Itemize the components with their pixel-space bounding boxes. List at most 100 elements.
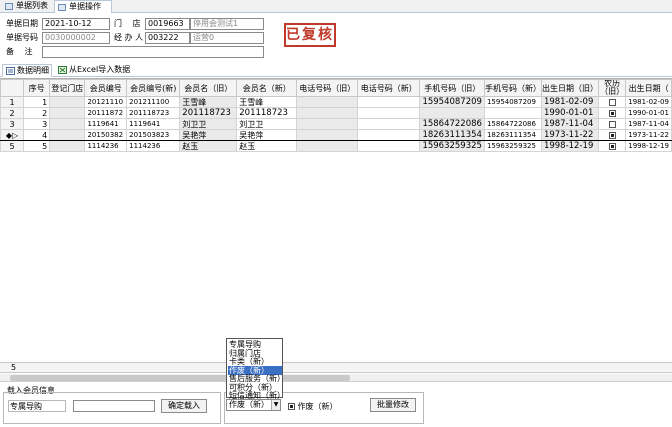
cell-phone-old[interactable] (296, 107, 359, 119)
dropdown-item[interactable]: 短信通知（新） (228, 391, 282, 400)
col-header[interactable]: 出生日期（旧） (540, 79, 599, 97)
table-row-current[interactable]: ◆▷ 4 20150382 201503823 吴艳萍 吴艳萍 18263111… (0, 129, 672, 141)
table-row[interactable]: 2 2 20111872 201118723 201118723 2011187… (0, 107, 672, 119)
cell-phone-old[interactable] (296, 118, 359, 130)
col-header[interactable]: 会员编号(新) (126, 79, 181, 97)
tab-data-detail[interactable]: 数据明细 (2, 64, 52, 77)
store-code-field[interactable]: 0019663 (145, 18, 190, 30)
cell-member-no[interactable]: 20150382 (84, 129, 128, 141)
lunar-checkbox[interactable] (608, 120, 616, 128)
col-header[interactable]: 会员名（新） (236, 79, 298, 97)
cell-mobile-new[interactable]: 18263111354 (483, 129, 542, 141)
row-indicator[interactable]: ◆▷ (0, 129, 24, 141)
cell-seq[interactable]: 4 (22, 129, 51, 141)
cell-mobile-old[interactable]: 15864722086 (419, 118, 485, 130)
col-header[interactable]: 农历（旧） (597, 79, 627, 97)
cell-birth-new[interactable]: 1998-12-19 (625, 140, 672, 152)
lunar-checkbox[interactable] (608, 131, 616, 139)
handler-code-field[interactable]: 003222 (145, 32, 190, 44)
cell-phone-old[interactable] (296, 140, 359, 152)
col-header[interactable]: 出生日期（ (625, 79, 672, 97)
cell-phone-new[interactable] (357, 107, 421, 119)
cell-seq[interactable]: 3 (22, 118, 51, 130)
cell-lunar-old[interactable] (597, 96, 627, 108)
scrollbar-thumb[interactable] (10, 375, 350, 381)
cell-phone-old[interactable] (296, 96, 359, 108)
field-select[interactable]: 作废（新） ▼ (226, 399, 281, 411)
cell-birth-old[interactable]: 1998-12-19 (540, 140, 599, 152)
cell-birth-new[interactable]: 1990-01-01 (625, 107, 672, 119)
table-row[interactable]: 3 3 1119641 1119641 刘卫卫 刘卫卫 15864722086 … (0, 118, 672, 130)
void-checkbox[interactable] (288, 403, 295, 410)
lunar-checkbox[interactable] (608, 142, 616, 150)
lunar-checkbox[interactable] (608, 109, 616, 117)
cell-seq[interactable]: 2 (22, 107, 51, 119)
tab-bill-operation[interactable]: 单据操作 (54, 0, 112, 13)
cell-phone-new[interactable] (357, 140, 421, 152)
cell-phone-new[interactable] (357, 129, 421, 141)
confirm-load-button[interactable]: 确定载入 (161, 399, 207, 413)
cell-member-no[interactable]: 1119641 (84, 118, 128, 130)
col-header[interactable]: 序号 (22, 79, 51, 97)
table-row[interactable]: 5 5 1114236 1114236 赵玉 赵玉 15963259325 15… (0, 140, 672, 152)
cell-mobile-new[interactable]: 15864722086 (483, 118, 542, 130)
cell-phone-old[interactable] (296, 129, 359, 141)
cell-member-no-new[interactable]: 201211100 (126, 96, 181, 108)
cell-seq[interactable]: 5 (22, 140, 51, 152)
guide-name-input[interactable] (73, 400, 155, 412)
cell-name-new[interactable]: 赵玉 (236, 140, 298, 152)
cell-name-old[interactable]: 吴艳萍 (179, 129, 238, 141)
col-header[interactable]: 会员编号 (84, 79, 128, 97)
cell-member-no[interactable]: 20111872 (84, 107, 128, 119)
cell-mobile-old[interactable] (419, 107, 485, 119)
cell-store[interactable] (49, 107, 86, 119)
cell-name-new[interactable]: 201118723 (236, 107, 298, 119)
tab-import-excel[interactable]: 从Excel导入数据 (55, 64, 131, 77)
cell-birth-new[interactable]: 1987-11-04 (625, 118, 672, 130)
cell-name-old[interactable]: 赵玉 (179, 140, 238, 152)
row-indicator[interactable]: 5 (0, 140, 24, 152)
cell-store[interactable] (49, 140, 86, 152)
tab-bill-list[interactable]: 单据列表 (2, 0, 58, 13)
cell-birth-old[interactable]: 1973-11-22 (540, 129, 599, 141)
cell-member-no-new[interactable]: 201118723 (126, 107, 181, 119)
col-header[interactable]: 会员名（旧） (179, 79, 238, 97)
cell-lunar-old[interactable] (597, 107, 627, 119)
cell-birth-old[interactable]: 1990-01-01 (540, 107, 599, 119)
col-header[interactable]: 手机号码（新） (483, 79, 542, 97)
cell-lunar-old[interactable] (597, 118, 627, 130)
field-dropdown-list[interactable]: 专属导购 归属门店 卡类（新） 作废（新） 售后服务（新） 可积分（新） 短信通… (226, 338, 283, 400)
col-header[interactable]: 登记门店 (49, 79, 86, 97)
batch-modify-button[interactable]: 批量修改 (370, 398, 416, 412)
cell-mobile-new[interactable] (483, 107, 542, 119)
cell-member-no-new[interactable]: 1119641 (126, 118, 181, 130)
cell-phone-new[interactable] (357, 96, 421, 108)
cell-name-old[interactable]: 刘卫卫 (179, 118, 238, 130)
cell-birth-new[interactable]: 1973-11-22 (625, 129, 672, 141)
cell-store[interactable] (49, 96, 86, 108)
cell-name-old[interactable]: 王雪峰 (179, 96, 238, 108)
row-indicator[interactable]: 1 (0, 96, 24, 108)
cell-mobile-old[interactable]: 15954087209 (419, 96, 485, 108)
cell-store[interactable] (49, 129, 86, 141)
cell-name-new[interactable]: 吴艳萍 (236, 129, 298, 141)
cell-name-old[interactable]: 201118723 (179, 107, 238, 119)
cell-birth-old[interactable]: 1981-02-09 (540, 96, 599, 108)
cell-member-no-new[interactable]: 201503823 (126, 129, 181, 141)
cell-member-no[interactable]: 20121110 (84, 96, 128, 108)
cell-member-no[interactable]: 1114236 (84, 140, 128, 152)
cell-lunar-old[interactable] (597, 140, 627, 152)
horizontal-scrollbar[interactable] (0, 374, 672, 382)
date-field[interactable]: 2021-10-12 (42, 18, 110, 30)
col-header[interactable]: 电话号码（新） (357, 79, 421, 97)
cell-member-no-new[interactable]: 1114236 (126, 140, 181, 152)
lunar-checkbox[interactable] (608, 98, 616, 106)
cell-seq[interactable]: 1 (22, 96, 51, 108)
col-header[interactable]: 电话号码（旧） (296, 79, 359, 97)
cell-mobile-new[interactable]: 15954087209 (483, 96, 542, 108)
col-header[interactable]: 手机号码（旧） (419, 79, 485, 97)
cell-mobile-new[interactable]: 15963259325 (483, 140, 542, 152)
cell-birth-old[interactable]: 1987-11-04 (540, 118, 599, 130)
cell-mobile-old[interactable]: 15963259325 (419, 140, 485, 152)
chevron-down-icon[interactable]: ▼ (271, 400, 280, 410)
